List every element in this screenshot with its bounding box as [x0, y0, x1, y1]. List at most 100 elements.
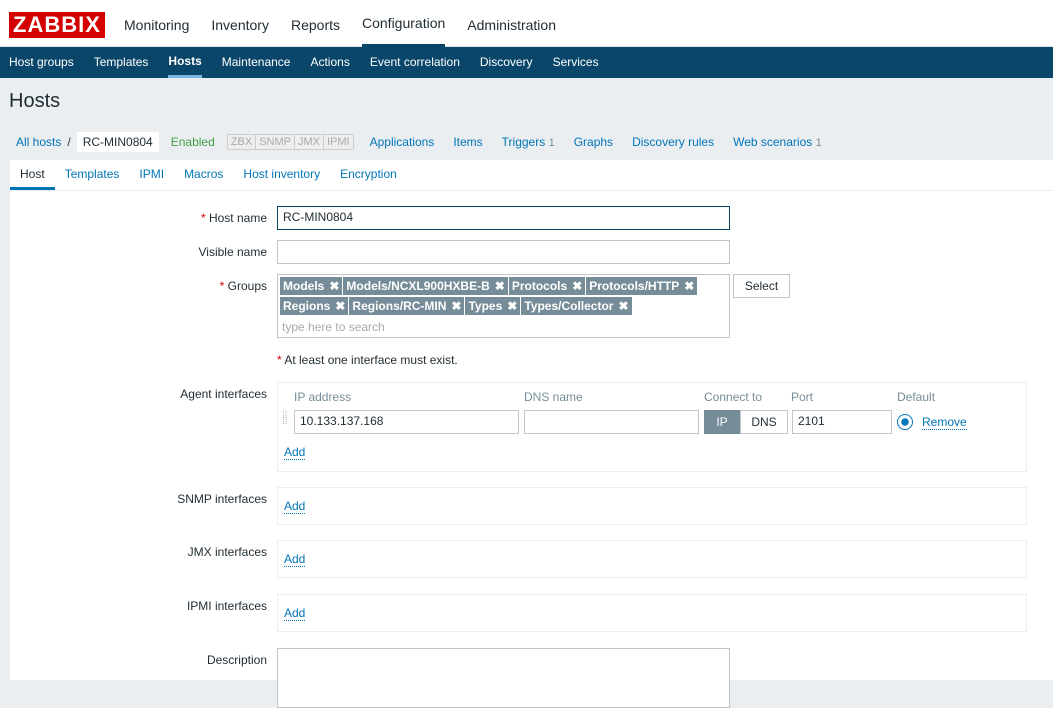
remove-tag-icon[interactable]: ✖	[684, 279, 694, 293]
breadcrumb-separator: /	[67, 135, 71, 149]
group-tag-label: Models/NCXL900HXBE-B	[346, 279, 490, 293]
tab-ipmi[interactable]: IPMI	[129, 160, 174, 190]
group-tag-label: Protocols/HTTP	[589, 279, 680, 293]
submenu-maintenance[interactable]: Maintenance	[222, 47, 291, 78]
submenu-discovery[interactable]: Discovery	[480, 47, 533, 78]
add-ipmi-interface-link[interactable]: Add	[284, 606, 306, 621]
tab-host-inventory[interactable]: Host inventory	[233, 160, 330, 190]
add-agent-interface-link[interactable]: Add	[284, 445, 306, 460]
connect-ip-button[interactable]: IP	[704, 410, 740, 434]
dns-name-input[interactable]	[524, 410, 699, 434]
snmp-interfaces-label: SNMP interfaces	[177, 492, 267, 506]
group-tag: Models/NCXL900HXBE-B ✖	[343, 277, 508, 295]
remove-tag-icon[interactable]: ✖	[507, 299, 517, 313]
badge-snmp: SNMP	[256, 135, 295, 149]
add-snmp-interface-link[interactable]: Add	[284, 499, 306, 514]
menu-inventory[interactable]: Inventory	[211, 0, 269, 47]
web-scenarios-link[interactable]: Web scenarios	[733, 135, 812, 149]
description-label: Description	[206, 653, 267, 667]
snmp-interfaces-box: Add	[277, 487, 1027, 525]
breadcrumb: All hosts / RC-MIN0804 Enabled ZBX SNMP …	[16, 132, 841, 152]
visible-name-input[interactable]	[277, 240, 730, 264]
group-tag-label: Regions	[283, 299, 331, 313]
badge-zbx: ZBX	[227, 135, 257, 149]
host-name-label: Host name	[201, 211, 267, 225]
host-form-panel: Host Templates IPMI Macros Host inventor…	[10, 160, 1053, 708]
submenu-host-groups[interactable]: Host groups	[9, 47, 74, 78]
group-tag: Models ✖	[280, 277, 343, 295]
jmx-interfaces-box: Add	[277, 540, 1027, 578]
page-title: Hosts	[9, 90, 61, 112]
tab-macros[interactable]: Macros	[174, 160, 233, 190]
availability-badges: ZBX SNMP JMX IPMI	[226, 134, 354, 150]
triggers-count: 1	[548, 137, 555, 149]
remove-tag-icon[interactable]: ✖	[495, 279, 505, 293]
menu-administration[interactable]: Administration	[467, 0, 556, 47]
status-enabled[interactable]: Enabled	[171, 135, 215, 149]
menu-configuration[interactable]: Configuration	[362, 0, 446, 47]
tab-encryption[interactable]: Encryption	[330, 160, 407, 190]
tab-templates[interactable]: Templates	[55, 160, 130, 190]
submenu-services[interactable]: Services	[553, 47, 599, 78]
web-scenarios-count: 1	[815, 137, 822, 149]
badge-jmx: JMX	[294, 135, 324, 149]
group-tag-label: Types/Collector	[524, 299, 614, 313]
ip-address-input[interactable]: 10.133.137.168	[294, 410, 519, 434]
group-tag: Regions/RC-MIN ✖	[349, 297, 465, 315]
group-tag: Types/Collector ✖	[521, 297, 632, 315]
discovery-rules-link[interactable]: Discovery rules	[632, 135, 714, 149]
menu-monitoring[interactable]: Monitoring	[124, 0, 189, 47]
top-header: ZABBIX Monitoring Inventory Reports Conf…	[0, 0, 1053, 47]
add-jmx-interface-link[interactable]: Add	[284, 552, 306, 567]
remove-tag-icon[interactable]: ✖	[618, 299, 628, 313]
all-hosts-link[interactable]: All hosts	[16, 135, 61, 149]
connect-dns-button[interactable]: DNS	[740, 410, 788, 434]
host-name-input[interactable]: RC-MIN0804	[277, 206, 730, 230]
remove-tag-icon[interactable]: ✖	[335, 299, 345, 313]
group-tag: Types ✖	[465, 297, 521, 315]
tab-host[interactable]: Host	[10, 160, 55, 190]
group-tag-label: Regions/RC-MIN	[352, 299, 447, 313]
description-textarea[interactable]	[277, 648, 730, 708]
menu-reports[interactable]: Reports	[291, 0, 340, 47]
main-menu: Monitoring Inventory Reports Configurati…	[124, 0, 578, 47]
ipmi-interfaces-box: Add	[277, 594, 1027, 632]
submenu-actions[interactable]: Actions	[310, 47, 349, 78]
visible-name-label: Visible name	[198, 245, 267, 259]
col-dns: DNS name	[524, 390, 583, 404]
groups-search-input[interactable]: type here to search	[280, 317, 727, 337]
remove-tag-icon[interactable]: ✖	[329, 279, 339, 293]
agent-interfaces-label: Agent interfaces	[180, 387, 267, 401]
items-link[interactable]: Items	[453, 135, 482, 149]
group-tag-label: Types	[468, 299, 503, 313]
drag-handle-icon[interactable]: ⁞⁞ ⁞⁞	[282, 411, 288, 427]
select-groups-button[interactable]: Select	[733, 274, 790, 298]
interface-note: At least one interface must exist.	[277, 353, 458, 367]
group-tag: Protocols/HTTP ✖	[586, 277, 698, 295]
submenu-templates[interactable]: Templates	[94, 47, 149, 78]
submenu-event-correlation[interactable]: Event correlation	[370, 47, 460, 78]
zabbix-logo[interactable]: ZABBIX	[9, 12, 105, 38]
agent-interfaces-box: IP address DNS name Connect to Port Defa…	[277, 382, 1027, 472]
groups-multiselect[interactable]: Models ✖ Models/NCXL900HXBE-B ✖ Protocols ✖ Pr…	[277, 274, 730, 338]
group-tag-label: Protocols	[511, 279, 568, 293]
groups-label: Groups	[220, 279, 267, 293]
default-radio[interactable]	[897, 414, 913, 430]
triggers-link[interactable]: Triggers	[502, 135, 546, 149]
remove-interface-link[interactable]: Remove	[922, 415, 967, 430]
applications-link[interactable]: Applications	[370, 135, 435, 149]
form-tabs: Host Templates IPMI Macros Host inventor…	[10, 160, 1053, 191]
group-tag-label: Models	[283, 279, 325, 293]
col-connect: Connect to	[704, 390, 763, 404]
remove-tag-icon[interactable]: ✖	[572, 279, 582, 293]
ipmi-interfaces-label: IPMI interfaces	[186, 599, 267, 613]
badge-ipmi: IPMI	[323, 135, 353, 149]
port-input[interactable]: 2101	[792, 410, 892, 434]
remove-tag-icon[interactable]: ✖	[451, 299, 461, 313]
current-host: RC-MIN0804	[76, 132, 159, 152]
graphs-link[interactable]: Graphs	[574, 135, 613, 149]
jmx-interfaces-label: JMX interfaces	[187, 545, 267, 559]
submenu-hosts[interactable]: Hosts	[168, 47, 202, 78]
interface-note-text: At least one interface must exist.	[284, 353, 458, 367]
group-tag: Regions ✖	[280, 297, 349, 315]
